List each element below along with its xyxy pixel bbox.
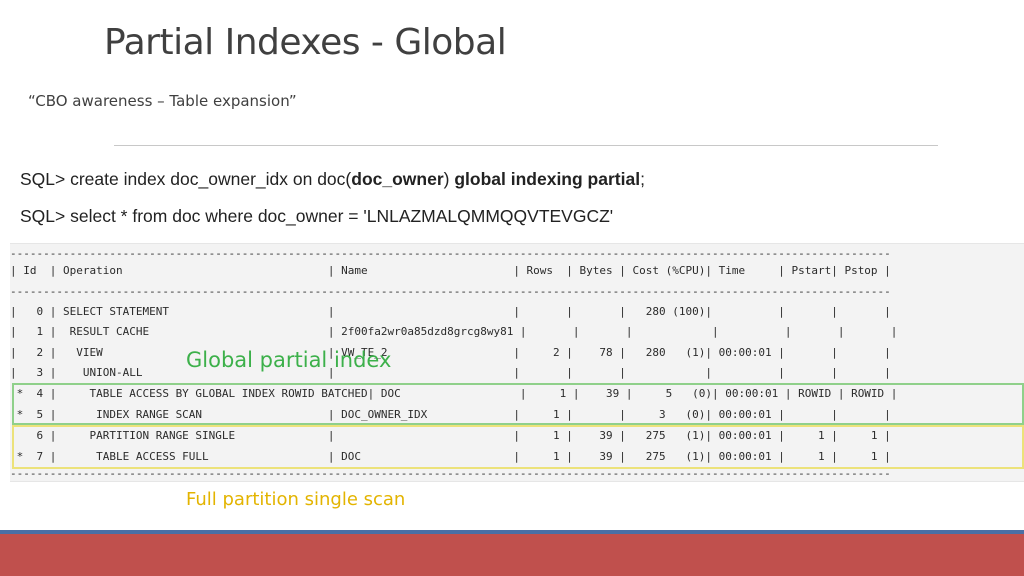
footer-band bbox=[0, 534, 1024, 576]
global-partial-index-label: Global partial index bbox=[186, 348, 392, 372]
sql-indexing-clause: global indexing partial bbox=[454, 169, 641, 189]
plan-row-2: | 2 | VIEW | VW_TE_2 | 2 | 78 | 280 (1)|… bbox=[10, 346, 891, 359]
sql-create-suffix: ; bbox=[640, 169, 645, 189]
sql-select-line: SQL> select * from doc where doc_owner =… bbox=[20, 206, 614, 226]
plan-header-row: | Id | Operation | Name | Rows | Bytes |… bbox=[10, 264, 891, 277]
plan-row-3: | 3 | UNION-ALL | | | | | | | | bbox=[10, 366, 891, 379]
sql-create-prefix: SQL> create index doc_owner_idx on doc( bbox=[20, 169, 352, 189]
title-divider bbox=[114, 145, 938, 146]
plan-row-1: | 1 | RESULT CACHE | 2f00fa2wr0a85dzd8gr… bbox=[10, 325, 898, 338]
plan-row-0: | 0 | SELECT STATEMENT | | | | 280 (100)… bbox=[10, 305, 891, 318]
sql-create-close: ) bbox=[443, 169, 455, 189]
sql-create-index-line: SQL> create index doc_owner_idx on doc(d… bbox=[20, 169, 645, 190]
plan-separator-header: ----------------------------------------… bbox=[10, 285, 891, 298]
sql-indexed-column: doc_owner bbox=[351, 169, 444, 189]
slide-subtitle: “CBO awareness – Table expansion” bbox=[28, 92, 297, 110]
full-partition-scan-label: Full partition single scan bbox=[186, 489, 406, 510]
slide-title: Partial Indexes - Global bbox=[104, 22, 507, 63]
global-index-highlight-box bbox=[12, 383, 1024, 425]
full-scan-highlight-box bbox=[12, 425, 1024, 469]
